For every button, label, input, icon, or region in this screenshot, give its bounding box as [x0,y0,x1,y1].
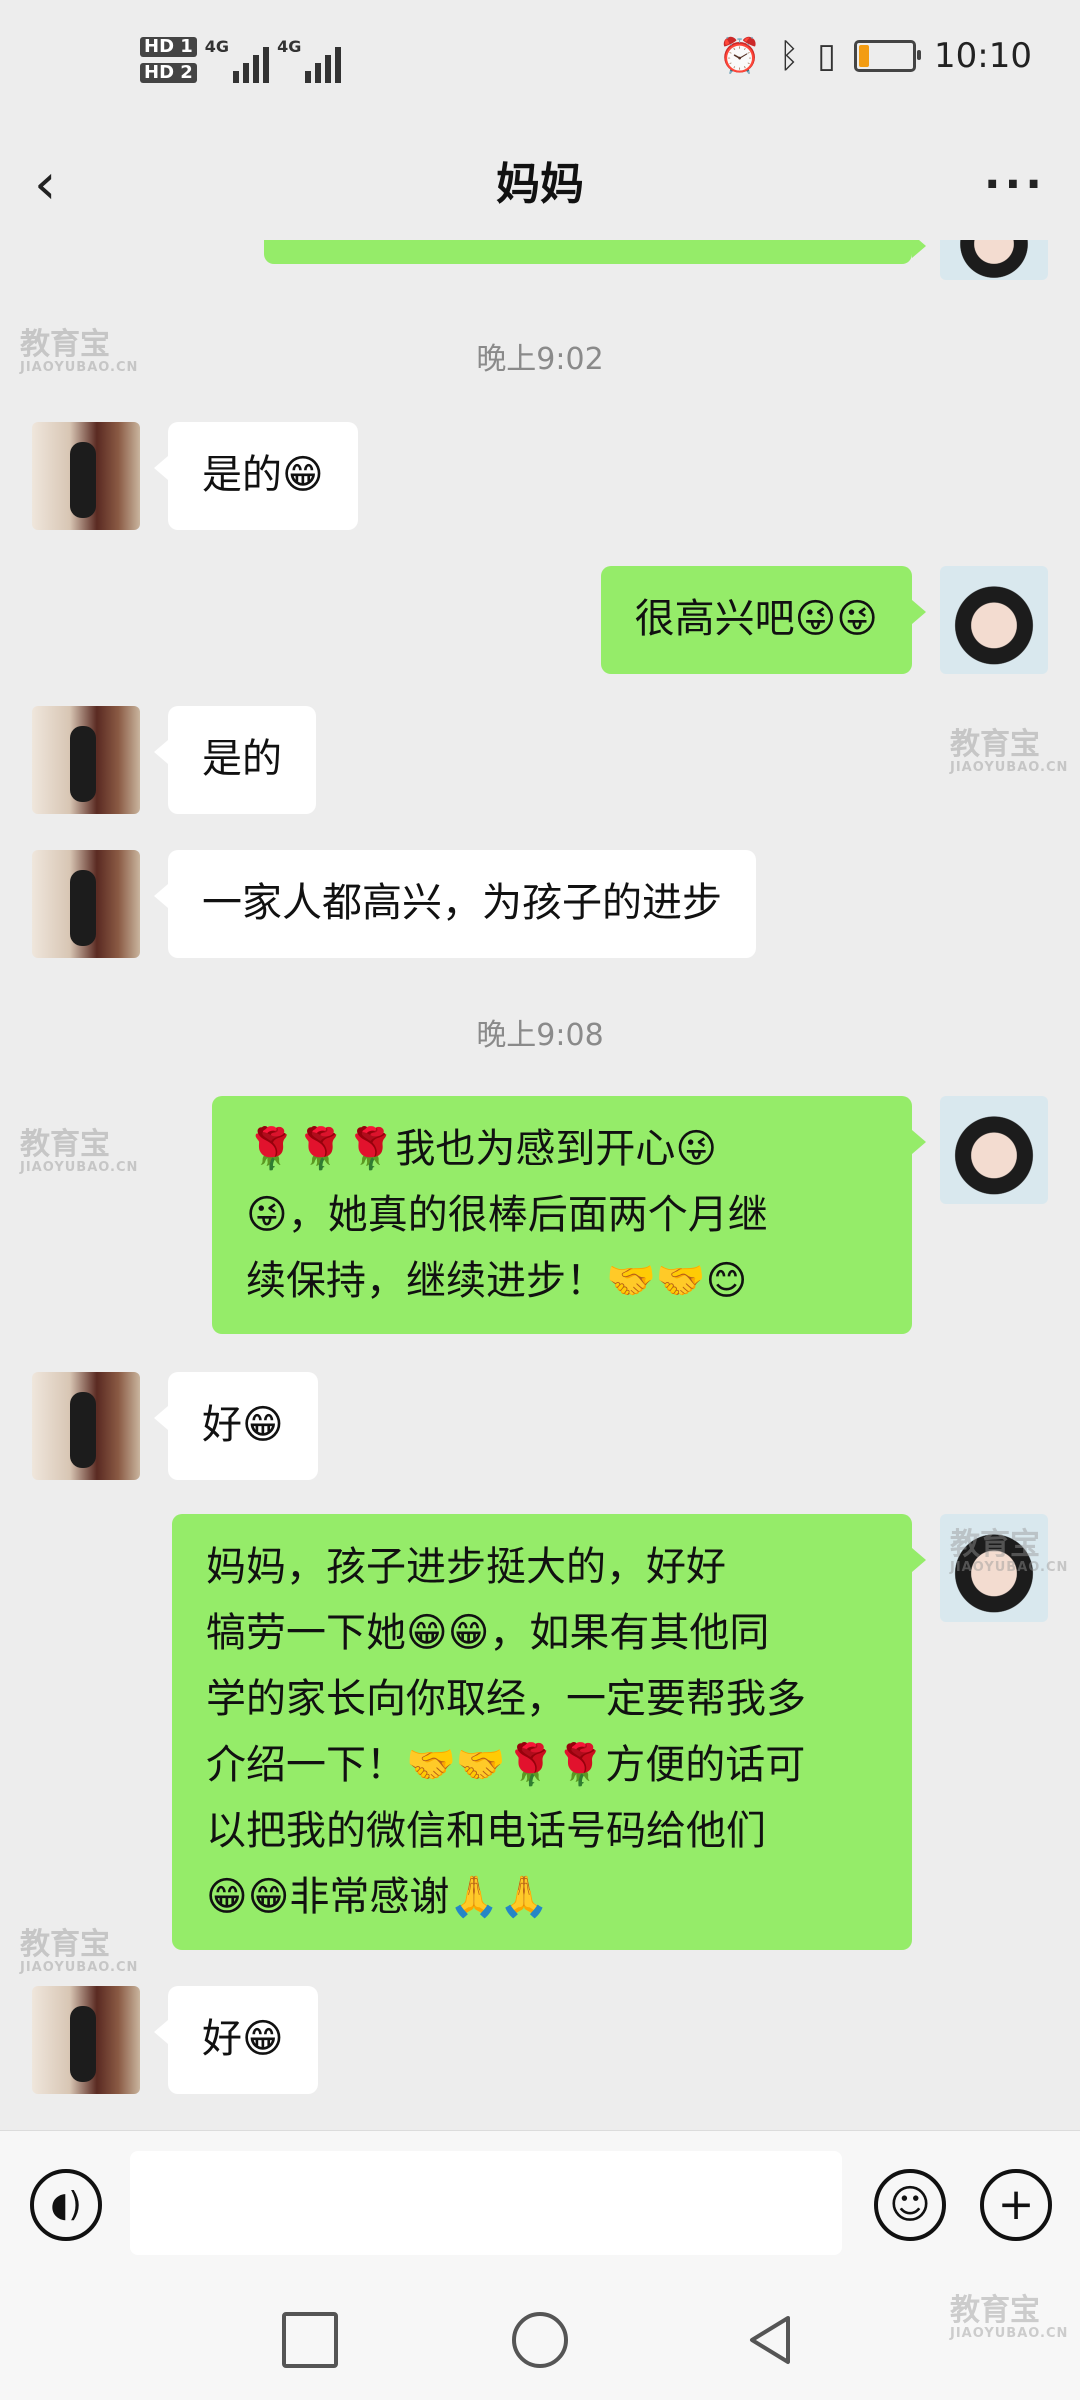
bluetooth-icon: ᛒ [778,36,800,76]
chat-header: ‹ 妈妈 ··· [0,130,1080,240]
message-input[interactable] [130,2151,842,2255]
avatar[interactable] [32,706,140,814]
signal-area: HD 1 HD 2 4G 4G [140,30,342,90]
status-bar: HD 1 HD 2 4G 4G ⏰ ᛒ ▯ 10:10 [0,0,1080,130]
message-in: 是的 [32,706,316,814]
message-in: 一家人都高兴，为孩子的进步 [32,850,756,958]
message-text[interactable]: 很高兴吧😜😜 [600,566,927,674]
plus-icon[interactable]: + [980,2169,1052,2241]
message-in: 是的😁 [32,422,358,530]
voice-icon[interactable]: ◖) [30,2169,102,2241]
message-text[interactable]: 🌹🌹🌹我也为感到开心😜 😜，她真的很棒后面两个月继 续保持，继续进步！🤝🤝😊 [212,1096,926,1334]
message-text[interactable]: 好😁 [154,1372,318,1480]
timestamp: 晚上9:08 [476,1018,604,1053]
watermark: 教育宝 JIAOYUBAO.CN [20,327,139,376]
avatar[interactable] [32,422,140,530]
alarm-icon: ⏰ [718,36,761,76]
sim1-label: HD 1 [140,37,197,57]
message-text[interactable]: 一家人都高兴，为孩子的进步 [154,850,756,958]
clock: 10:10 [934,36,1032,76]
message-text[interactable]: 好😁 [154,1986,318,2094]
avatar[interactable] [940,1096,1048,1204]
message-text[interactable]: 是的😁 [154,422,358,530]
home-icon[interactable] [512,2312,568,2368]
avatar[interactable] [32,1986,140,2094]
watermark: 教育宝 JIAOYUBAO.CN [950,727,1069,776]
recents-icon[interactable] [282,2312,338,2368]
watermark: 教育宝 JIAOYUBAO.CN [950,2293,1069,2342]
avatar[interactable] [32,1372,140,1480]
system-nav-bar: 教育宝 JIAOYUBAO.CN [0,2280,1080,2400]
avatar[interactable] [940,240,1048,280]
timestamp: 晚上9:02 [476,342,604,377]
message-partial [264,240,1048,280]
message-in: 好😁 [32,1372,318,1480]
watermark: 教育宝 JIAOYUBAO.CN [20,1927,139,1976]
watermark: 教育宝 JIAOYUBAO.CN [950,1527,1069,1576]
vibrate-icon: ▯ [817,36,837,76]
watermark: 教育宝 JIAOYUBAO.CN [20,1127,139,1176]
signal-icon-2: 4G [277,37,342,83]
message-out: 妈妈，孩子进步挺大的，好好 犒劳一下她😁😁，如果有其他同 学的家长向你取经，一定… [172,1514,1048,1950]
avatar[interactable] [32,850,140,958]
message-text[interactable]: 妈妈，孩子进步挺大的，好好 犒劳一下她😁😁，如果有其他同 学的家长向你取经，一定… [172,1514,926,1950]
chat-title: 妈妈 [496,159,584,210]
network-label: 4G [204,37,230,56]
avatar[interactable] [940,566,1048,674]
message-out: 🌹🌹🌹我也为感到开心😜 😜，她真的很棒后面两个月继 续保持，继续进步！🤝🤝😊 [212,1096,1048,1334]
network-label-2: 4G [277,37,302,56]
chat-list[interactable]: 晚上9:02 是的😁 很高兴吧😜😜 是的 一家人都高兴，为孩子的进步 晚上9:0… [0,240,1080,2130]
message-text[interactable]: 是的 [154,706,316,814]
message-out: 很高兴吧😜😜 [600,566,1048,674]
input-bar: ◖) ☺ + [0,2130,1080,2281]
emoji-icon[interactable]: ☺ [874,2169,946,2241]
sim2-label: HD 2 [140,63,197,83]
battery-icon [854,40,922,72]
back-icon[interactable] [742,2312,798,2368]
message-in: 好😁 [32,1986,318,2094]
signal-icon: 4G [204,37,270,83]
more-icon[interactable]: ··· [984,150,1046,220]
